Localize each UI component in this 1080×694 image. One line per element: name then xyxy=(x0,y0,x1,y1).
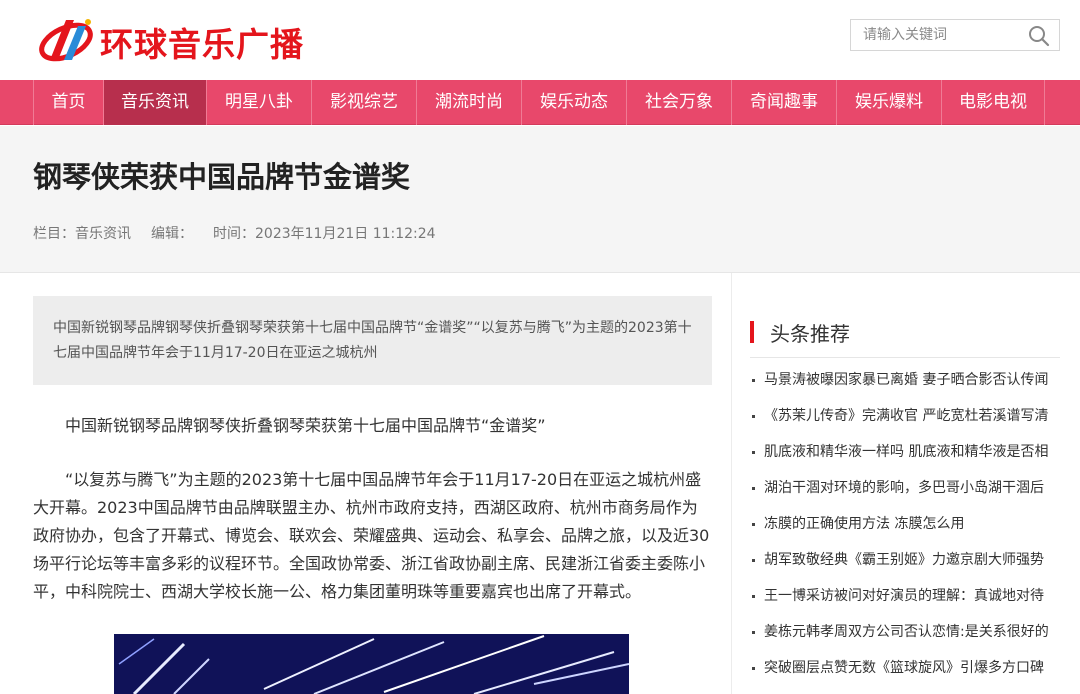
main-nav: 首页 音乐资讯 明星八卦 影视综艺 潮流时尚 娱乐动态 社会万象 奇闻趣事 娱乐爆料 电影电视 xyxy=(0,80,1080,125)
article-meta: 栏目：音乐资讯 编辑： 时间：2023年11月21日 11:12:24 xyxy=(33,223,456,243)
site-header: 环球音乐广播 xyxy=(0,0,1080,80)
article-summary: 中国新锐钢琴品牌钢琴侠折叠钢琴荣获第十七届中国品牌节“金谱奖”“以复苏与腾飞”为… xyxy=(33,296,712,385)
meta-time: 时间：2023年11月21日 11:12:24 xyxy=(213,226,436,242)
sidebar-header: 头条推荐 xyxy=(750,318,1060,358)
nav-item[interactable]: 明星八卦 xyxy=(207,80,312,125)
search-icon[interactable] xyxy=(1027,24,1051,48)
headline-item[interactable]: 胡军致敬经典《霸王别姬》力邀京剧大师强势 xyxy=(752,542,1062,578)
article-header: 钢琴侠荣获中国品牌节金谱奖 栏目：音乐资讯 编辑： 时间：2023年11月21日… xyxy=(0,126,1080,273)
article-paragraph: 中国新锐钢琴品牌钢琴侠折叠钢琴荣获第十七届中国品牌节“金谱奖” xyxy=(65,416,546,435)
headline-item[interactable]: 王一博采访被问对好演员的理解：真诚地对待 xyxy=(752,578,1062,614)
search-input[interactable] xyxy=(851,20,1021,50)
headline-item[interactable]: 突破圈层点赞无数《篮球旋风》引爆多方口碑 xyxy=(752,650,1062,686)
headline-list: 马景涛被曝因家暴已离婚 妻子晒合影否认传闻 《苏茉儿传奇》完满收官 严屹宽杜若溪谱… xyxy=(752,362,1062,686)
site-name[interactable]: 环球音乐广播 xyxy=(100,18,304,66)
sidebar-title-marker xyxy=(750,321,754,343)
nav-item[interactable]: 音乐资讯 xyxy=(104,80,207,125)
nav-list: 首页 音乐资讯 明星八卦 影视综艺 潮流时尚 娱乐动态 社会万象 奇闻趣事 娱乐爆料 电影电视 xyxy=(33,80,1045,125)
article-title: 钢琴侠荣获中国品牌节金谱奖 xyxy=(33,160,411,194)
nav-item[interactable]: 首页 xyxy=(33,80,104,125)
site-logo-icon[interactable] xyxy=(36,12,98,66)
article-image xyxy=(114,634,629,694)
headline-item[interactable]: 姜栋元韩孝周双方公司否认恋情:是关系很好的 xyxy=(752,614,1062,650)
nav-item[interactable]: 娱乐爆料 xyxy=(837,80,942,125)
stage-lights-image xyxy=(114,634,629,694)
article-paragraph: “以复苏与腾飞”为主题的2023第十七届中国品牌节年会于11月17-20日在亚运… xyxy=(33,470,710,601)
headline-item[interactable]: 肌底液和精华液一样吗 肌底液和精华液是否相 xyxy=(752,434,1062,470)
nav-item[interactable]: 娱乐动态 xyxy=(522,80,627,125)
meta-column: 栏目：音乐资讯 xyxy=(33,226,131,242)
headline-item[interactable]: 马景涛被曝因家暴已离婚 妻子晒合影否认传闻 xyxy=(752,362,1062,398)
headline-item[interactable]: 冻膜的正确使用方法 冻膜怎么用 xyxy=(752,506,1062,542)
sidebar-title: 头条推荐 xyxy=(770,322,850,346)
search-box xyxy=(850,19,1060,51)
nav-item[interactable]: 影视综艺 xyxy=(312,80,417,125)
headline-item[interactable]: 《苏茉儿传奇》完满收官 严屹宽杜若溪谱写清 xyxy=(752,398,1062,434)
nav-item[interactable]: 电影电视 xyxy=(942,80,1045,125)
nav-item[interactable]: 社会万象 xyxy=(627,80,732,125)
nav-item[interactable]: 奇闻趣事 xyxy=(732,80,837,125)
column-divider xyxy=(731,273,732,694)
meta-editor: 编辑： xyxy=(151,226,193,242)
nav-item[interactable]: 潮流时尚 xyxy=(417,80,522,125)
headline-item[interactable]: 湖泊干涸对环境的影响，多巴哥小岛湖干涸后 xyxy=(752,470,1062,506)
